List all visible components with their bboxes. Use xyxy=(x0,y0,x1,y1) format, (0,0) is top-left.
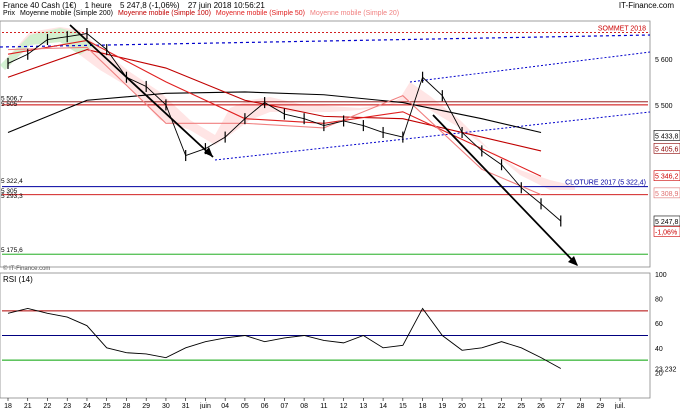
last-quote: 5 247,8 (-1,06%) xyxy=(119,1,180,10)
timeframe-label: 1 heure xyxy=(84,1,112,10)
rsi-tick-3: 40 xyxy=(655,346,663,353)
x-tick-20: 15 xyxy=(399,403,407,409)
x-tick-17: 12 xyxy=(340,403,348,409)
x-tick-0: 18 xyxy=(4,403,12,409)
left-level-label-4: 5 293,3 xyxy=(1,193,23,200)
x-tick-25: 22 xyxy=(498,403,506,409)
legend-ma200: Moyenne mobile (Simple 200) xyxy=(20,10,114,17)
x-tick-31: juil. xyxy=(614,403,626,409)
left-level-label-5: 5 175,6 xyxy=(1,247,23,254)
brand-logo: IT-Finance.com xyxy=(618,1,674,10)
legend-ma50: Moyenne mobile (Simple 50) xyxy=(215,10,306,17)
x-tick-11: 04 xyxy=(221,403,229,409)
legend-ma100: Moyenne mobile (Simple 100) xyxy=(117,10,211,17)
x-tick-7: 29 xyxy=(142,403,150,409)
x-tick-5: 25 xyxy=(103,403,111,409)
chart-header: France 40 Cash (1€) 1 heure 5 247,8 (-1,… xyxy=(3,1,271,10)
left-level-label-1: 5 505 xyxy=(1,101,18,108)
price-badge-5: -1,06% xyxy=(655,229,677,236)
level-label-0: SOMMET 2018 xyxy=(598,26,646,33)
x-tick-24: 21 xyxy=(478,403,486,409)
left-level-label-2: 5 322,4 xyxy=(1,178,23,185)
x-tick-18: 13 xyxy=(359,403,367,409)
rsi-tick-2: 60 xyxy=(655,321,663,328)
indicator-legend: Prix Moyenne mobile (Simple 200) Moyenne… xyxy=(3,10,402,17)
x-tick-14: 07 xyxy=(280,403,288,409)
x-tick-6: 28 xyxy=(123,403,131,409)
copyright-text: © IT-Finance.com xyxy=(3,266,51,272)
instrument-name: France 40 Cash (1€) xyxy=(3,1,77,10)
price-tick-1: 5 500 xyxy=(655,103,673,110)
ma-line-3 xyxy=(7,46,542,196)
rsi-title: RSI (14) xyxy=(3,275,33,284)
x-tick-26: 25 xyxy=(517,403,525,409)
price-chart-canvas: SOMMET 2018CLOTURE 2017 (5 322,4)5 506,7… xyxy=(0,20,680,409)
x-tick-12: 05 xyxy=(241,403,249,409)
price-badge-4: 5 247,8 xyxy=(655,219,678,226)
x-tick-3: 23 xyxy=(63,403,71,409)
x-tick-23: 20 xyxy=(458,403,466,409)
price-badge-1: 5 405,6 xyxy=(655,146,678,153)
price-tick-0: 5 600 xyxy=(655,57,673,64)
rsi-line xyxy=(7,307,561,369)
price-badge-3: 5 308,9 xyxy=(655,191,678,198)
lower-channel-line xyxy=(214,111,651,161)
quote-datetime: 27 juin 2018 10:56:21 xyxy=(187,1,265,10)
level-label-1: CLOTURE 2017 (5 322,4) xyxy=(565,180,646,187)
downtrend-arrow-1 xyxy=(69,24,214,158)
x-tick-19: 14 xyxy=(379,403,387,409)
x-tick-4: 24 xyxy=(83,403,91,409)
x-tick-1: 21 xyxy=(24,403,32,409)
x-tick-16: 11 xyxy=(320,403,327,409)
price-badge-2: 5 346,2 xyxy=(655,174,678,181)
x-tick-13: 06 xyxy=(261,403,269,409)
x-tick-15: 08 xyxy=(300,403,308,409)
legend-ma20: Moyenne mobile (Simple 20) xyxy=(309,10,400,17)
upper-channel-line xyxy=(409,51,651,83)
x-tick-22: 19 xyxy=(438,403,446,409)
x-tick-10: juin xyxy=(199,403,211,409)
x-tick-27: 26 xyxy=(537,403,545,409)
rsi-series: 23,232 xyxy=(2,307,677,373)
moving-averages xyxy=(7,39,542,196)
x-tick-29: 28 xyxy=(577,403,585,409)
x-tick-2: 22 xyxy=(44,403,52,409)
rsi-tick-4: 20 xyxy=(655,370,663,377)
x-tick-9: 31 xyxy=(182,403,190,409)
price-badge-0: 5 433,8 xyxy=(655,133,678,140)
legend-price: Prix xyxy=(3,10,16,17)
upper-resistance-line xyxy=(0,34,651,48)
x-tick-30: 29 xyxy=(596,403,604,409)
x-tick-28: 27 xyxy=(557,403,565,409)
rsi-tick-0: 100 xyxy=(655,272,667,279)
x-tick-8: 30 xyxy=(162,403,170,409)
rsi-tick-1: 80 xyxy=(655,297,663,304)
x-tick-21: 18 xyxy=(419,403,427,409)
